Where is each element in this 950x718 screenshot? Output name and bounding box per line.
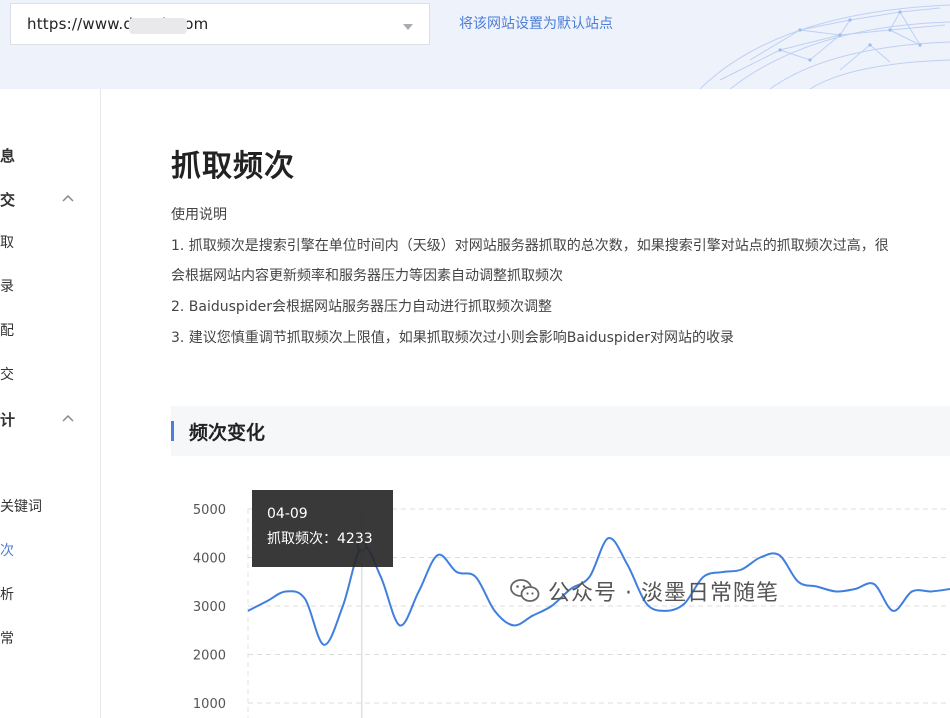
sidebar-item-crawl-frequency[interactable]: 次 [0,540,14,560]
wechat-icon [510,579,540,602]
sidebar-item-stats[interactable]: 计 [0,409,15,430]
sidebar-item-keywords[interactable]: 关键词 [0,496,42,516]
y-tick-label: 2000 [193,649,226,664]
sidebar-item-crawl[interactable]: 取 [0,232,14,252]
sidebar-item-submit[interactable]: 交 [0,189,15,210]
chart-tooltip: 04-09 抓取频次：4233 [252,490,393,567]
usage-line: 2. Baiduspider会根据网站服务器压力自动进行抓取频次调整 [171,299,552,315]
usage-heading: 使用说明 [171,207,227,223]
top-banner: https://www.dro ck.com 将该网站设置为默认站点 [0,0,950,89]
sidebar-item-submit-2[interactable]: 交 [0,364,14,384]
tooltip-date: 04-09 [267,506,308,522]
set-default-site-link[interactable]: 将该网站设置为默认站点 [459,13,613,33]
banner-network-graphic [699,4,950,89]
section-title: 频次变化 [189,422,266,444]
chevron-down-icon[interactable] [403,24,413,30]
usage-line: 会根据网站内容更新频率和服务器压力等因素自动调整抓取频次 [171,268,563,284]
main-content: 抓取频次 使用说明 1. 抓取频次是搜索引擎在单位时间内（天级）对网站服务器抓取… [101,89,950,718]
tooltip-value: 抓取频次：4233 [267,531,373,547]
watermark: 公众号 · 淡墨日常随笔 [510,575,779,607]
sidebar-item-index[interactable]: 录 [0,276,14,296]
sidebar-item-info[interactable]: 息 [0,145,15,166]
chevron-up-icon[interactable] [62,193,74,205]
page-title: 抓取频次 [171,149,295,184]
section-accent-bar [171,421,174,441]
watermark-text: 公众号 · 淡墨日常随笔 [548,581,779,606]
usage-line: 3. 建议您慎重调节抓取频次上限值，如果抓取频次过小则会影响Baiduspide… [171,330,734,346]
y-tick-label: 1000 [193,697,226,712]
sidebar-item-analysis[interactable]: 析 [0,584,14,604]
chevron-up-icon[interactable] [62,413,74,425]
usage-line: 1. 抓取频次是搜索引擎在单位时间内（天级）对网站服务器抓取的总次数，如果搜索引… [171,238,889,254]
y-tick-label: 5000 [193,503,226,518]
sidebar: 息 交 取 录 配 交 计 关键词 次 析 常 [0,89,101,718]
y-tick-label: 4000 [193,552,226,567]
y-tick-label: 3000 [193,600,226,615]
site-url-select[interactable]: https://www.dro ck.com [10,3,430,45]
section-header: 频次变化 [171,406,950,456]
sidebar-item-exceptions[interactable]: 常 [0,628,14,648]
url-redaction [129,18,187,34]
sidebar-item-adapt[interactable]: 配 [0,320,14,340]
